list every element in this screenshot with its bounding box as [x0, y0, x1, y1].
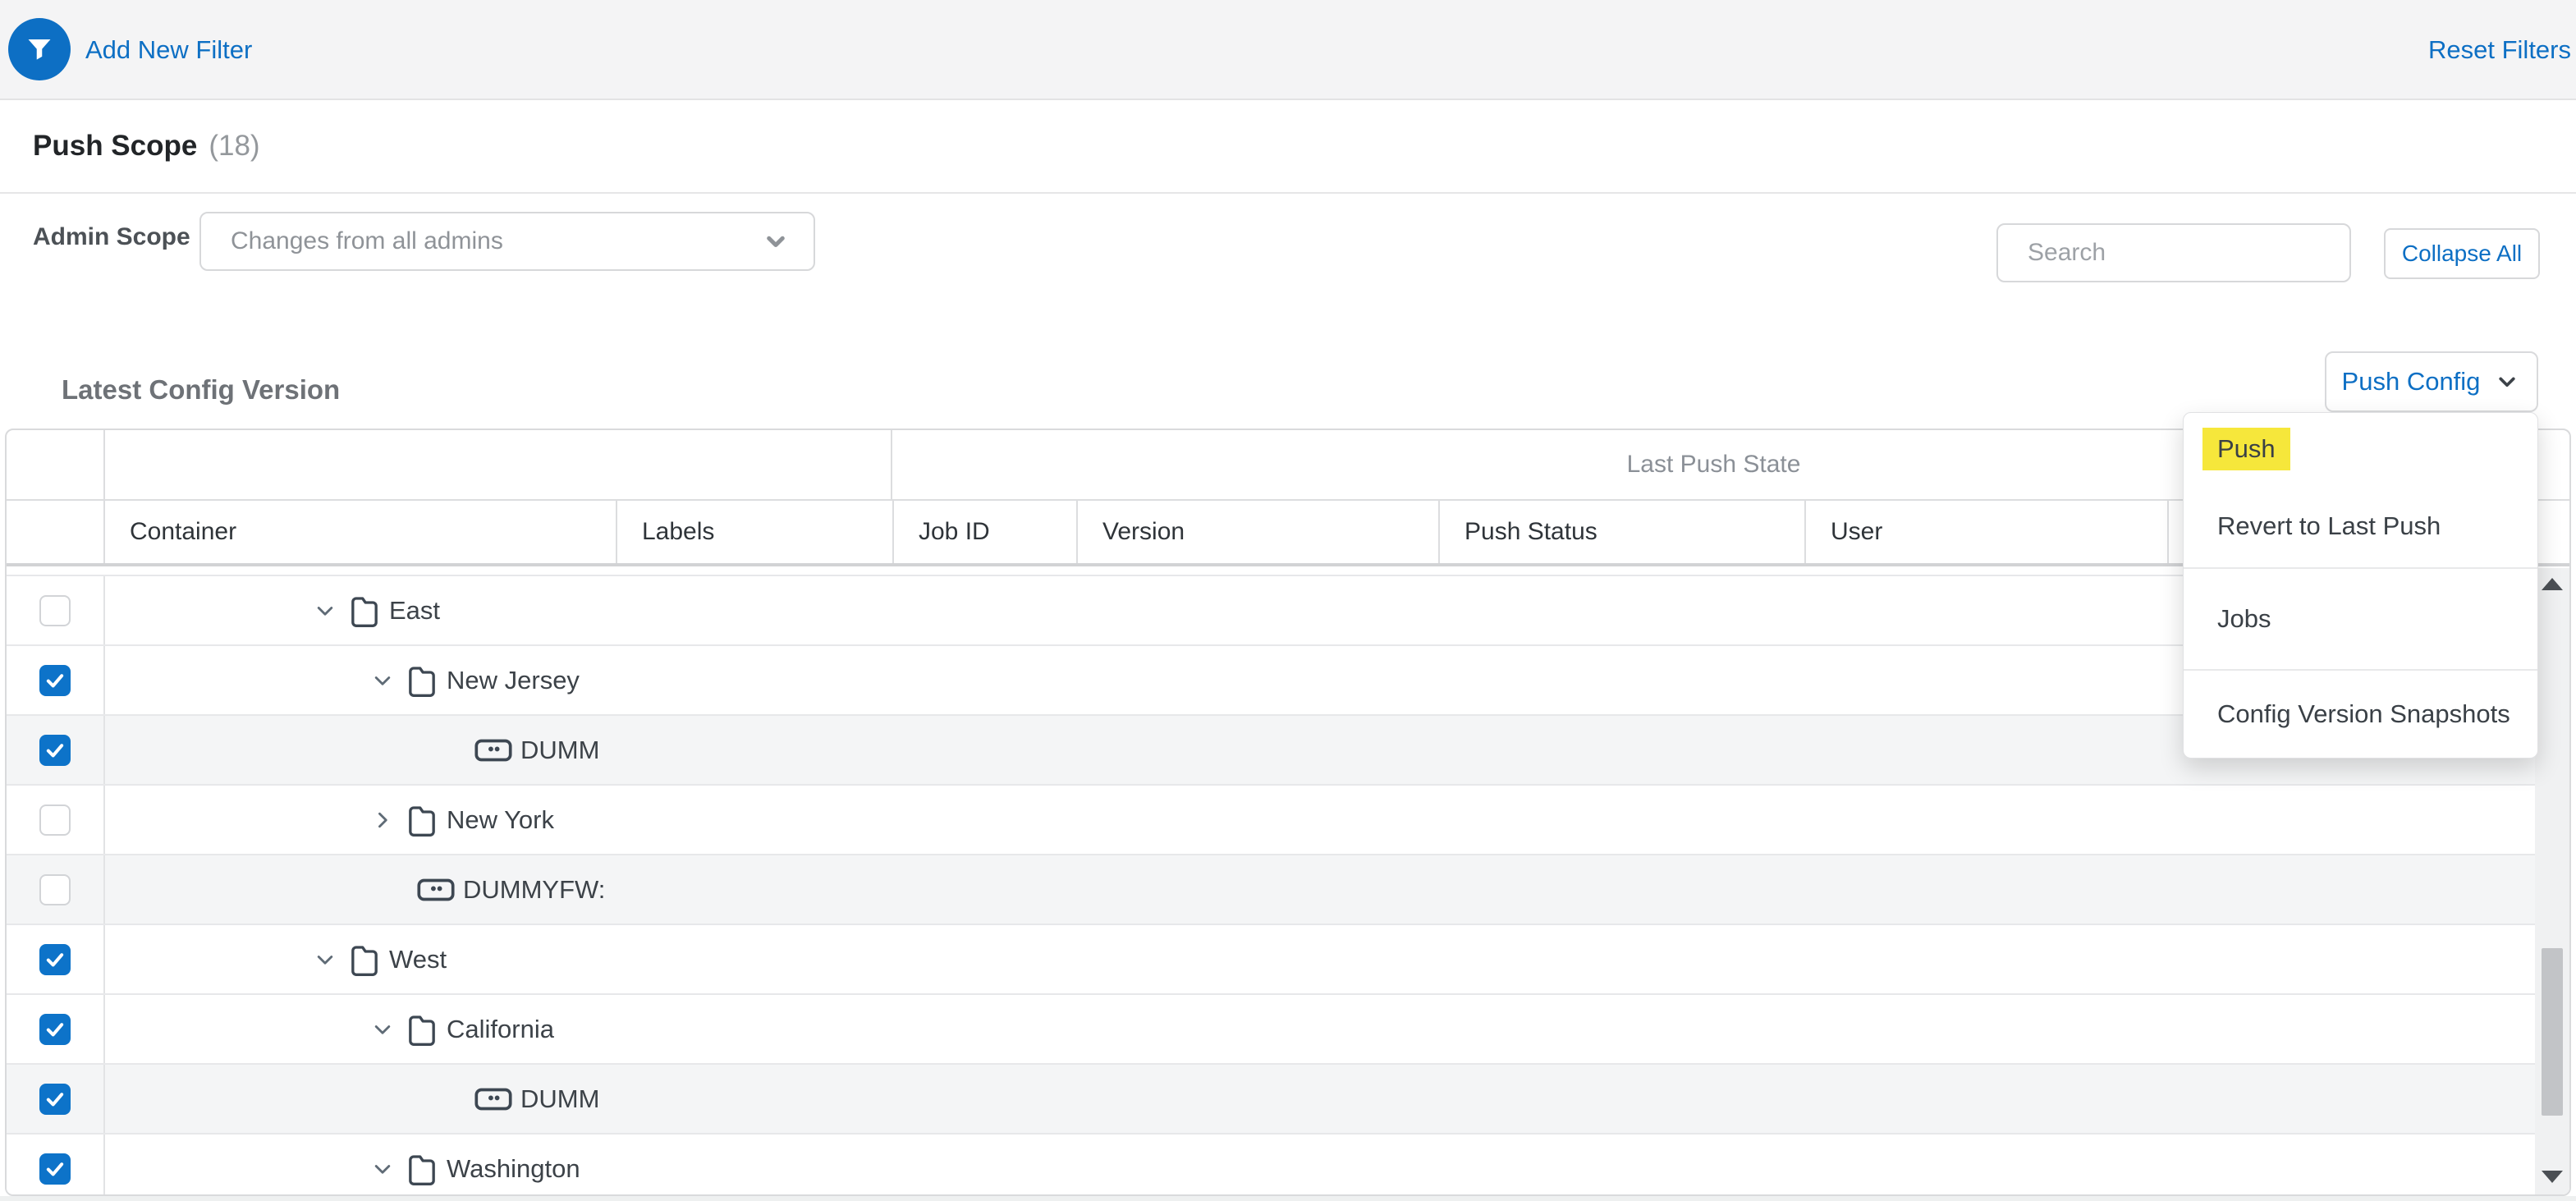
table-row-dummyfw[interactable]: DUMMYFW: — [7, 855, 2569, 925]
checkbox-cell — [7, 576, 105, 644]
table-row-california[interactable]: California — [7, 995, 2569, 1065]
tree-node-label: DUMMYFW: — [463, 875, 605, 905]
row-checkbox[interactable] — [39, 665, 71, 696]
filter-bar: Add New Filter Reset Filters — [0, 0, 2576, 100]
folder-icon — [406, 662, 438, 699]
checkbox-cell — [7, 646, 105, 714]
folder-icon — [406, 802, 438, 838]
scroll-down-arrow-icon[interactable] — [2542, 1171, 2563, 1183]
tree-node-label: DUMM — [520, 1084, 599, 1114]
expand-chevron-icon[interactable] — [368, 805, 397, 835]
group-header-checkbox-cell — [7, 430, 105, 499]
row-checkbox[interactable] — [39, 1014, 71, 1045]
push-config-button[interactable]: Push Config — [2325, 351, 2538, 412]
checkbox-cell — [7, 1065, 105, 1133]
table-row-dumm-2[interactable]: DUMM — [7, 1065, 2569, 1135]
tree-node-label: New Jersey — [447, 666, 580, 695]
column-header-labels[interactable]: Labels — [617, 501, 894, 563]
menu-item-jobs[interactable]: Jobs — [2184, 569, 2537, 669]
folder-icon — [406, 1151, 438, 1187]
column-header-job-id[interactable]: Job ID — [894, 501, 1078, 563]
firewall-device-icon — [474, 739, 512, 762]
latest-config-version-title: Latest Config Version — [62, 374, 340, 406]
collapse-chevron-icon[interactable] — [368, 1154, 397, 1184]
collapse-all-button[interactable]: Collapse All — [2384, 228, 2540, 279]
push-scope-screen: Add New Filter Reset Filters Push Scope … — [0, 0, 2576, 1201]
search-input[interactable] — [2028, 239, 2345, 267]
vertical-scrollbar[interactable] — [2535, 568, 2569, 1194]
chevron-down-icon — [2493, 368, 2521, 396]
page-bottom-edge — [0, 1196, 2576, 1201]
row-checkbox[interactable] — [39, 874, 71, 905]
row-checkbox[interactable] — [39, 595, 71, 626]
firewall-device-icon — [417, 878, 455, 901]
menu-item-push[interactable]: Push — [2184, 413, 2537, 485]
folder-icon — [348, 593, 381, 629]
admin-scope-label: Admin Scope — [33, 223, 190, 251]
collapse-chevron-icon[interactable] — [310, 945, 340, 974]
checkbox-cell — [7, 1135, 105, 1196]
folder-icon — [348, 942, 381, 978]
menu-item-config-version-snapshots[interactable]: Config Version Snapshots — [2184, 671, 2537, 758]
checkbox-cell — [7, 925, 105, 993]
collapse-chevron-icon[interactable] — [310, 596, 340, 626]
checkbox-cell — [7, 786, 105, 854]
push-config-menu: Push Revert to Last Push Jobs Config Ver… — [2183, 412, 2538, 759]
column-header-push-status[interactable]: Push Status — [1440, 501, 1806, 563]
tree-node-label: West — [389, 945, 447, 974]
tree-node-label: California — [447, 1015, 554, 1044]
page-title-text: Push Scope — [33, 130, 197, 163]
group-header-empty-cell — [105, 430, 892, 499]
select-all-column-header — [7, 501, 105, 563]
filter-icon[interactable] — [8, 18, 71, 80]
tree-node-label: DUMM — [520, 736, 599, 765]
page-title: Push Scope (18) — [33, 100, 260, 192]
firewall-device-icon — [474, 1088, 512, 1111]
row-checkbox[interactable] — [39, 735, 71, 766]
scroll-up-arrow-icon[interactable] — [2542, 578, 2563, 590]
chevron-down-icon — [761, 227, 791, 256]
folder-icon — [406, 1011, 438, 1047]
tree-node-label: East — [389, 596, 440, 626]
table-row-west[interactable]: West — [7, 925, 2569, 995]
column-header-version[interactable]: Version — [1078, 501, 1440, 563]
funnel-icon — [25, 35, 53, 63]
table-row-washington[interactable]: Washington — [7, 1135, 2569, 1196]
add-new-filter-link[interactable]: Add New Filter — [85, 0, 252, 100]
checkbox-cell — [7, 716, 105, 784]
column-header-user[interactable]: User — [1806, 501, 2169, 563]
column-header-container[interactable]: Container — [105, 501, 617, 563]
menu-item-push-highlight: Push — [2202, 428, 2290, 470]
push-config-label: Push Config — [2342, 367, 2481, 397]
tree-node-label: Washington — [447, 1154, 580, 1184]
checkbox-cell — [7, 995, 105, 1063]
row-checkbox[interactable] — [39, 1084, 71, 1115]
panel-header: Push Scope (18) Collapse All — [0, 100, 2576, 194]
collapse-chevron-icon[interactable] — [368, 1015, 397, 1044]
table-row-new-york[interactable]: New York — [7, 786, 2569, 855]
tree-node-label: New York — [447, 805, 554, 835]
page-title-count: (18) — [209, 130, 259, 163]
row-checkbox[interactable] — [39, 804, 71, 836]
menu-item-revert-to-last-push[interactable]: Revert to Last Push — [2184, 485, 2537, 567]
checkbox-cell — [7, 855, 105, 924]
scrollbar-thumb[interactable] — [2542, 948, 2563, 1116]
row-checkbox[interactable] — [39, 944, 71, 975]
row-checkbox[interactable] — [39, 1153, 71, 1185]
collapse-chevron-icon[interactable] — [368, 666, 397, 695]
admin-scope-select[interactable]: Changes from all admins — [199, 212, 815, 271]
admin-scope-value: Changes from all admins — [231, 227, 761, 255]
reset-filters-link[interactable]: Reset Filters — [2428, 0, 2571, 100]
search-box[interactable] — [1996, 223, 2351, 282]
